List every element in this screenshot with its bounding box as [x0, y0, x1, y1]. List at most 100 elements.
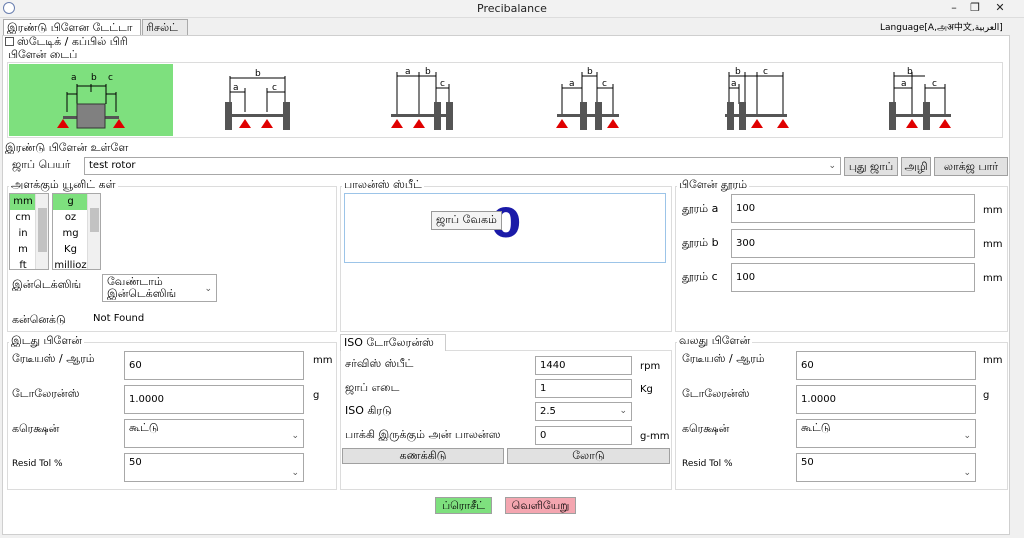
distance-c-label: தூரம் c: [682, 270, 718, 283]
indexing-combo[interactable]: வேண்டாம் இன்டெக்ஸிங் ⌄: [102, 274, 217, 302]
right-radius-label: ரேடீயஸ் / ஆரம்: [682, 352, 765, 365]
svg-text:a: a: [569, 79, 575, 89]
right-tolerance-input[interactable]: 1.0000: [796, 385, 976, 414]
left-radius-unit: mm: [313, 355, 333, 366]
mass-list-scrollbar[interactable]: [87, 194, 100, 269]
tab-two-plane-data[interactable]: இரண்டு பிளேன டேட்டா: [3, 19, 141, 36]
distance-a-input[interactable]: 100: [731, 194, 975, 223]
unit-option[interactable]: millioz: [53, 258, 88, 269]
distance-b-input[interactable]: 300: [731, 229, 975, 258]
plane-type-option-4[interactable]: a bc: [507, 64, 671, 136]
unit-option[interactable]: in: [10, 226, 36, 242]
right-resid-combo[interactable]: 50 ⌄: [796, 453, 976, 482]
svg-text:c: c: [932, 79, 937, 89]
unit-option[interactable]: oz: [53, 210, 88, 226]
length-list-scrollbar[interactable]: [35, 194, 48, 269]
svg-text:a: a: [901, 79, 907, 89]
residual-unbalance-unit: g-mm: [640, 431, 670, 442]
rotor-diagram-2: b a c: [225, 69, 290, 130]
plane-type-option-3[interactable]: a bc: [341, 64, 505, 136]
svg-text:c: c: [108, 73, 113, 83]
right-radius-input[interactable]: 60: [796, 351, 976, 380]
unit-option[interactable]: cm: [10, 210, 36, 226]
service-speed-unit: rpm: [640, 361, 661, 372]
svg-text:a: a: [233, 83, 239, 93]
svg-text:b: b: [587, 67, 593, 77]
calculate-button[interactable]: கணக்கிடு: [342, 448, 504, 464]
right-resid-label: Resid Tol %: [682, 459, 733, 469]
unit-option[interactable]: m: [10, 242, 36, 258]
unit-option[interactable]: mm: [10, 194, 36, 210]
connected-label: கன்னெக்டு: [12, 313, 66, 326]
right-radius-unit: mm: [983, 355, 1003, 366]
plane-type-option-1[interactable]: a b c: [9, 64, 173, 136]
iso-grade-label: ISO கிரடு: [345, 404, 392, 417]
plane-type-title: பிளேன் டைப்: [8, 48, 78, 61]
distance-c-input[interactable]: 100: [731, 263, 975, 292]
distance-a-unit: mm: [983, 205, 1003, 216]
proceed-button[interactable]: ப்ரொசீட்: [435, 497, 492, 514]
svg-text:a: a: [71, 73, 77, 83]
load-button[interactable]: லோடு: [507, 448, 670, 464]
job-speed-tooltip: ஜாப் வேகம்: [431, 211, 502, 230]
svg-text:c: c: [272, 83, 277, 93]
restore-button[interactable]: ❐: [965, 1, 985, 15]
residual-unbalance-input[interactable]: 0: [535, 426, 632, 445]
length-unit-list[interactable]: mm cm in m ft: [9, 193, 49, 270]
tab-result[interactable]: ரிசல்ட்: [142, 19, 188, 35]
unit-option[interactable]: ft: [10, 258, 36, 269]
iso-grade-combo[interactable]: 2.5 ⌄: [535, 402, 632, 421]
service-speed-label: சர்விஸ் ஸ்பீட்: [345, 357, 414, 370]
job-weight-input[interactable]: 1: [535, 379, 632, 398]
distance-b-unit: mm: [983, 239, 1003, 250]
distance-b-label: தூரம் b: [682, 236, 719, 249]
unit-option[interactable]: Kg: [53, 242, 88, 258]
rotor-diagram-1: a b c: [57, 73, 125, 129]
plane-type-option-5[interactable]: b c a: [673, 64, 837, 136]
units-title: அளக்கும் யூனிட் கள்: [9, 178, 118, 193]
minimize-button[interactable]: –: [944, 1, 964, 15]
plane-type-option-2[interactable]: b a c: [175, 64, 339, 136]
distance-c-unit: mm: [983, 273, 1003, 284]
left-resid-combo[interactable]: 50 ⌄: [124, 453, 304, 482]
new-job-button[interactable]: புது ஜாப்: [844, 157, 898, 176]
left-resid-label: Resid Tol %: [12, 459, 63, 469]
right-correction-label: கரெக்ஷன்: [682, 422, 730, 435]
job-weight-unit: Kg: [640, 384, 653, 395]
left-tolerance-input[interactable]: 1.0000: [124, 385, 304, 414]
view-logs-button[interactable]: லாக்ஜ பார்: [934, 157, 1008, 176]
right-tolerance-unit: g: [983, 390, 990, 401]
left-plane-title: இடது பிளேன்: [9, 334, 84, 349]
distance-a-label: தூரம் a: [682, 202, 719, 215]
unit-option[interactable]: g: [53, 194, 88, 210]
rotor-diagram-6: ba c: [889, 67, 951, 130]
svg-text:c: c: [602, 79, 607, 89]
svg-text:a: a: [405, 67, 411, 77]
left-radius-input[interactable]: 60: [124, 351, 304, 380]
residual-unbalance-label: பாக்கி இருக்கும் அன் பாலன்ஸ: [345, 428, 501, 441]
left-radius-label: ரேடீயஸ் / ஆரம்: [12, 352, 95, 365]
service-speed-input[interactable]: 1440: [535, 356, 632, 375]
connected-value: Not Found: [93, 313, 145, 324]
rotor-diagram-3: a bc: [391, 67, 453, 130]
plane-distance-title: பிளேன் தூரம்: [677, 178, 750, 193]
left-tolerance-label: டோலேரன்ஸ்: [12, 387, 80, 400]
close-button[interactable]: ✕: [990, 1, 1010, 15]
tab-iso-tolerance[interactable]: ISO டோலேரன்ஸ்: [340, 334, 446, 351]
balance-speed-title: பாலன்ஸ் ஸ்பீட்: [342, 178, 424, 193]
mass-unit-list[interactable]: g oz mg Kg millioz: [52, 193, 101, 270]
window-title: Precibalance: [477, 2, 547, 15]
delete-button[interactable]: அழி: [901, 157, 931, 176]
plane-type-option-6[interactable]: ba c: [839, 64, 1003, 136]
right-correction-combo[interactable]: கூட்டு ⌄: [796, 419, 976, 448]
right-plane-title: வலது பிளேன்: [677, 334, 753, 349]
svg-text:c: c: [440, 79, 445, 89]
left-correction-combo[interactable]: கூட்டு ⌄: [124, 419, 304, 448]
unit-option[interactable]: mg: [53, 226, 88, 242]
svg-text:b: b: [907, 67, 913, 77]
job-name-combo[interactable]: test rotor ⌄: [84, 157, 841, 175]
exit-button[interactable]: வெளியேறு: [505, 497, 576, 514]
left-tolerance-unit: g: [313, 390, 320, 401]
svg-text:b: b: [735, 67, 741, 77]
static-couple-checkbox[interactable]: [5, 37, 14, 46]
